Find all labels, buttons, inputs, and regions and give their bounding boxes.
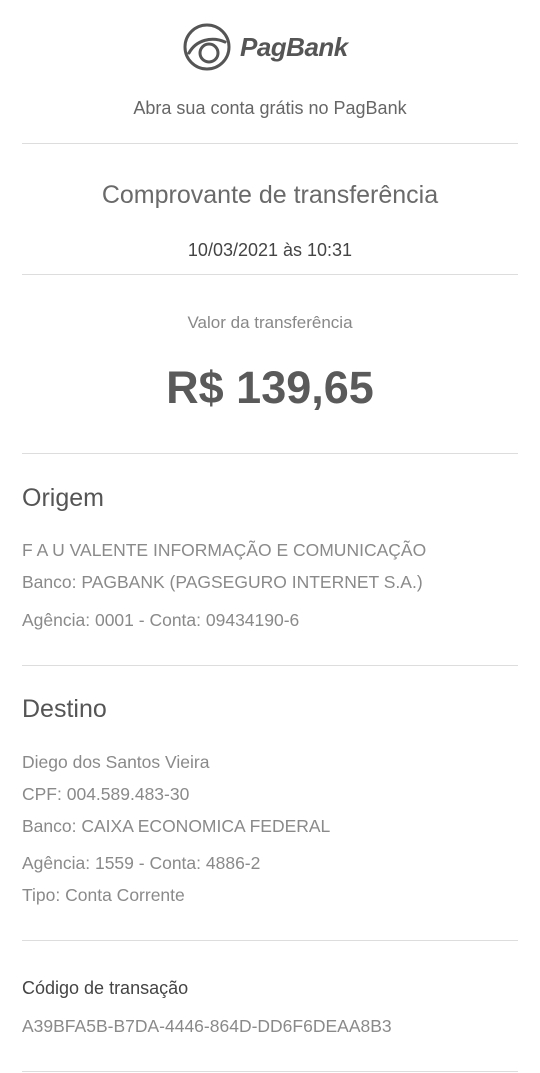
pagbank-logo-icon (182, 22, 232, 72)
origin-account: Agência: 0001 - Conta: 09434190-6 (22, 610, 300, 630)
pagbank-logo-text: PagBank (240, 31, 348, 62)
transaction-code-value: A39BFA5B-B7DA-4446-864D-DD6F6DEAA8B3 (22, 1016, 392, 1036)
destination-account-type: Tipo: Conta Corrente (22, 885, 185, 905)
divider (22, 143, 518, 144)
amount-label: Valor da transferência (187, 313, 353, 332)
divider (22, 940, 518, 941)
divider (22, 274, 518, 275)
open-account-link[interactable]: Abra sua conta grátis no PagBank (0, 98, 540, 119)
destination-account: Agência: 1559 - Conta: 4886-2 (22, 853, 261, 873)
amount-value: R$ 139,65 (166, 362, 374, 413)
transaction-code-label: Código de transação (22, 978, 189, 998)
pagbank-logo: PagBank (182, 22, 348, 72)
divider (22, 1071, 518, 1072)
receipt-title: Comprovante de transferência (101, 181, 439, 209)
divider (22, 453, 518, 454)
destination-name: Diego dos Santos Vieira (22, 752, 210, 772)
origin-heading: Origem (22, 484, 104, 512)
destination-bank: Banco: CAIXA ECONOMICA FEDERAL (22, 816, 331, 836)
header: PagBank Abra sua conta grátis no PagBank (0, 0, 540, 143)
origin-bank: Banco: PAGBANK (PAGSEGURO INTERNET S.A.) (22, 572, 423, 592)
receipt-datetime: 10/03/2021 às 10:31 (187, 240, 353, 260)
destination-heading: Destino (22, 695, 107, 723)
destination-cpf: CPF: 004.589.483-30 (22, 784, 190, 804)
origin-name: F A U VALENTE INFORMAÇÃO E COMUNICAÇÃO (22, 540, 427, 560)
divider (22, 665, 518, 666)
